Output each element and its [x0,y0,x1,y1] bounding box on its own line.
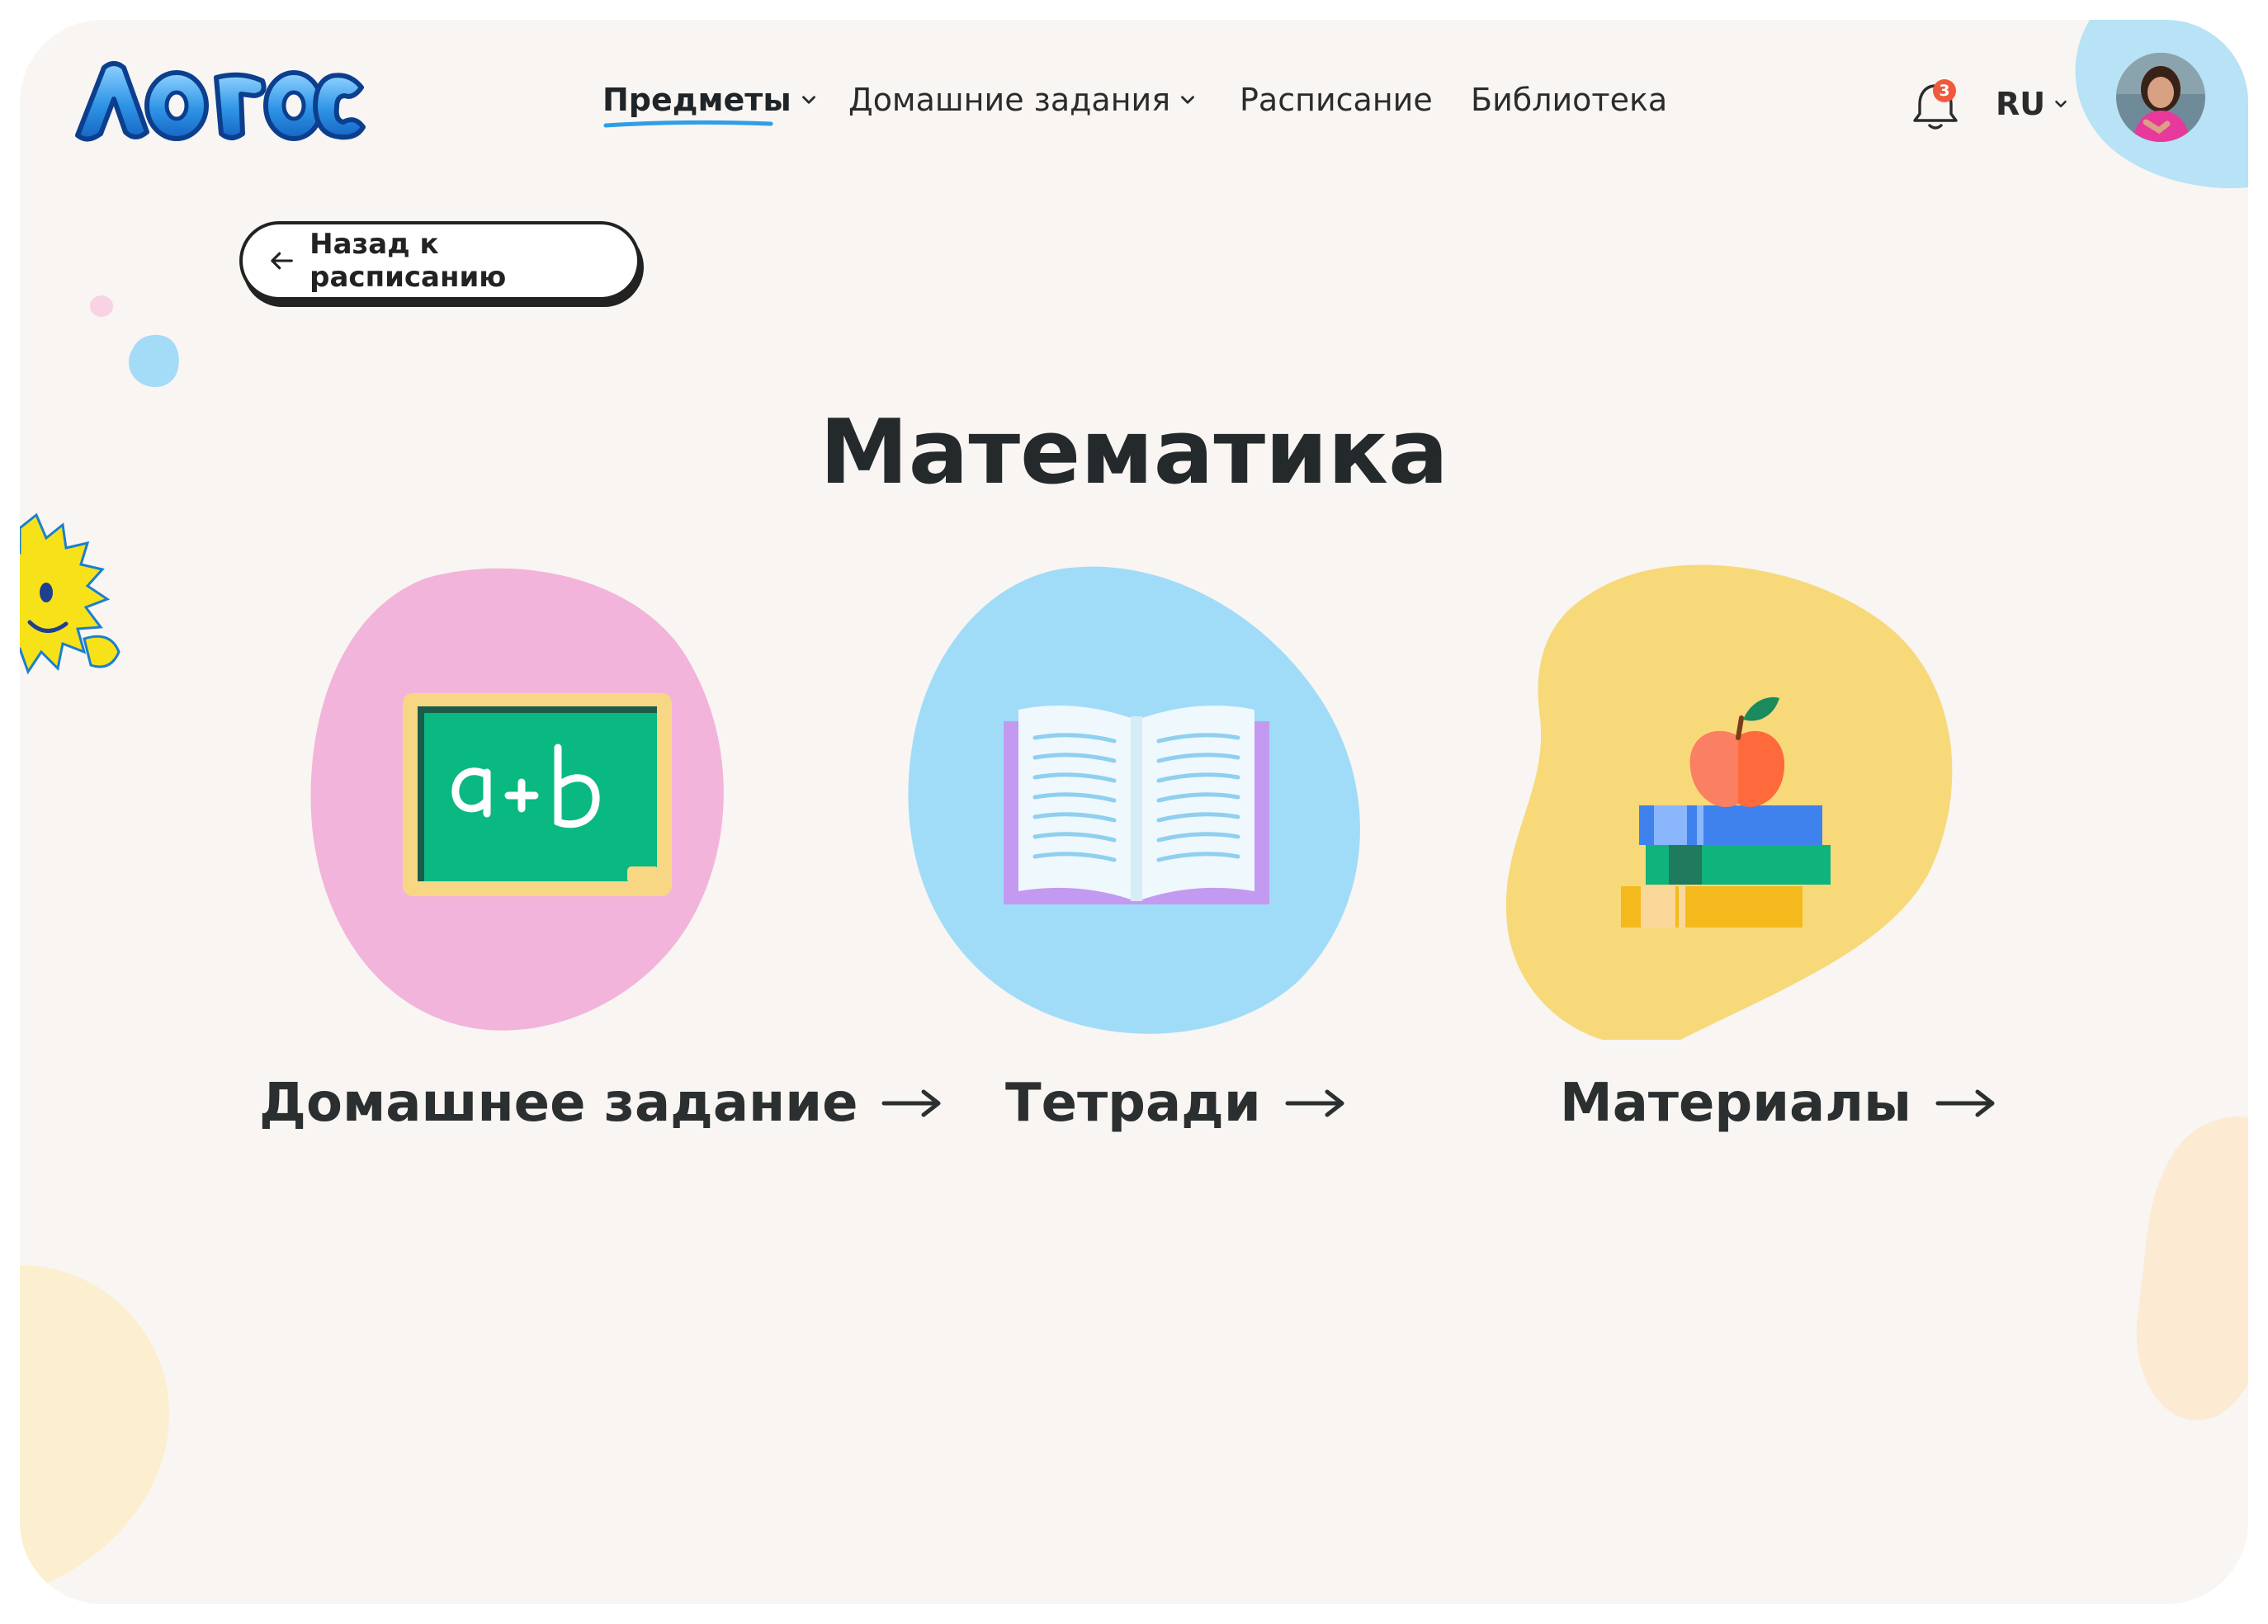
page-title: Математика [820,401,1448,504]
nav-item-subjects[interactable]: Предметы [602,71,820,129]
decor-dot-pink [90,295,113,317]
arrow-right-icon [1285,1089,1344,1117]
back-to-schedule-button[interactable]: Назад к расписанию [239,221,640,300]
homework-link-label: Домашнее задание [259,1073,858,1134]
chevron-down-icon [801,96,815,104]
mascot-sun-icon [20,512,120,675]
nav-item-label: Предметы [602,82,791,118]
materials-link[interactable]: Материалы [1560,1073,1997,1134]
nav-item-label: Домашние задания [848,82,1171,118]
back-button-label: Назад к расписанию [309,228,507,294]
homework-link[interactable]: Домашнее задание [259,1073,943,1134]
logos-logo[interactable] [71,53,368,152]
nav-item-label: Расписание [1240,82,1433,118]
notification-badge: 3 [1933,79,1956,102]
chalkboard-icon [403,693,672,896]
homework-card[interactable] [304,561,782,1040]
decor-blob-peach-right [2136,1116,2248,1420]
language-selector[interactable]: RU [1996,86,2070,122]
active-underline [603,120,773,128]
arrow-right-icon [1935,1089,1995,1117]
arrow-left-icon [271,252,293,270]
notebooks-link[interactable]: Тетради [1005,1073,1347,1134]
notebooks-link-label: Тетради [1005,1073,1261,1134]
chevron-down-icon [2055,100,2067,108]
materials-card[interactable] [1499,561,1977,1040]
nav-item-schedule[interactable]: Расписание [1240,71,1433,129]
notebooks-card[interactable] [901,561,1380,1040]
nav-item-label: Библиотека [1471,82,1668,118]
open-book-icon [1004,706,1269,904]
page-frame: Предметы Домашние задания Расписание Биб… [20,20,2248,1604]
nav-item-library[interactable]: Библиотека [1471,71,1667,129]
user-avatar[interactable] [2116,53,2205,142]
decor-blob-yellow-left [20,1265,169,1590]
nav-item-homework[interactable]: Домашние задания [848,71,1198,129]
language-label: RU [1996,86,2046,122]
materials-link-label: Материалы [1560,1073,1911,1134]
avatar-image [2116,53,2205,142]
decor-dot-blue [129,334,179,388]
arrow-right-icon [881,1089,941,1117]
chevron-down-icon [1181,96,1195,104]
